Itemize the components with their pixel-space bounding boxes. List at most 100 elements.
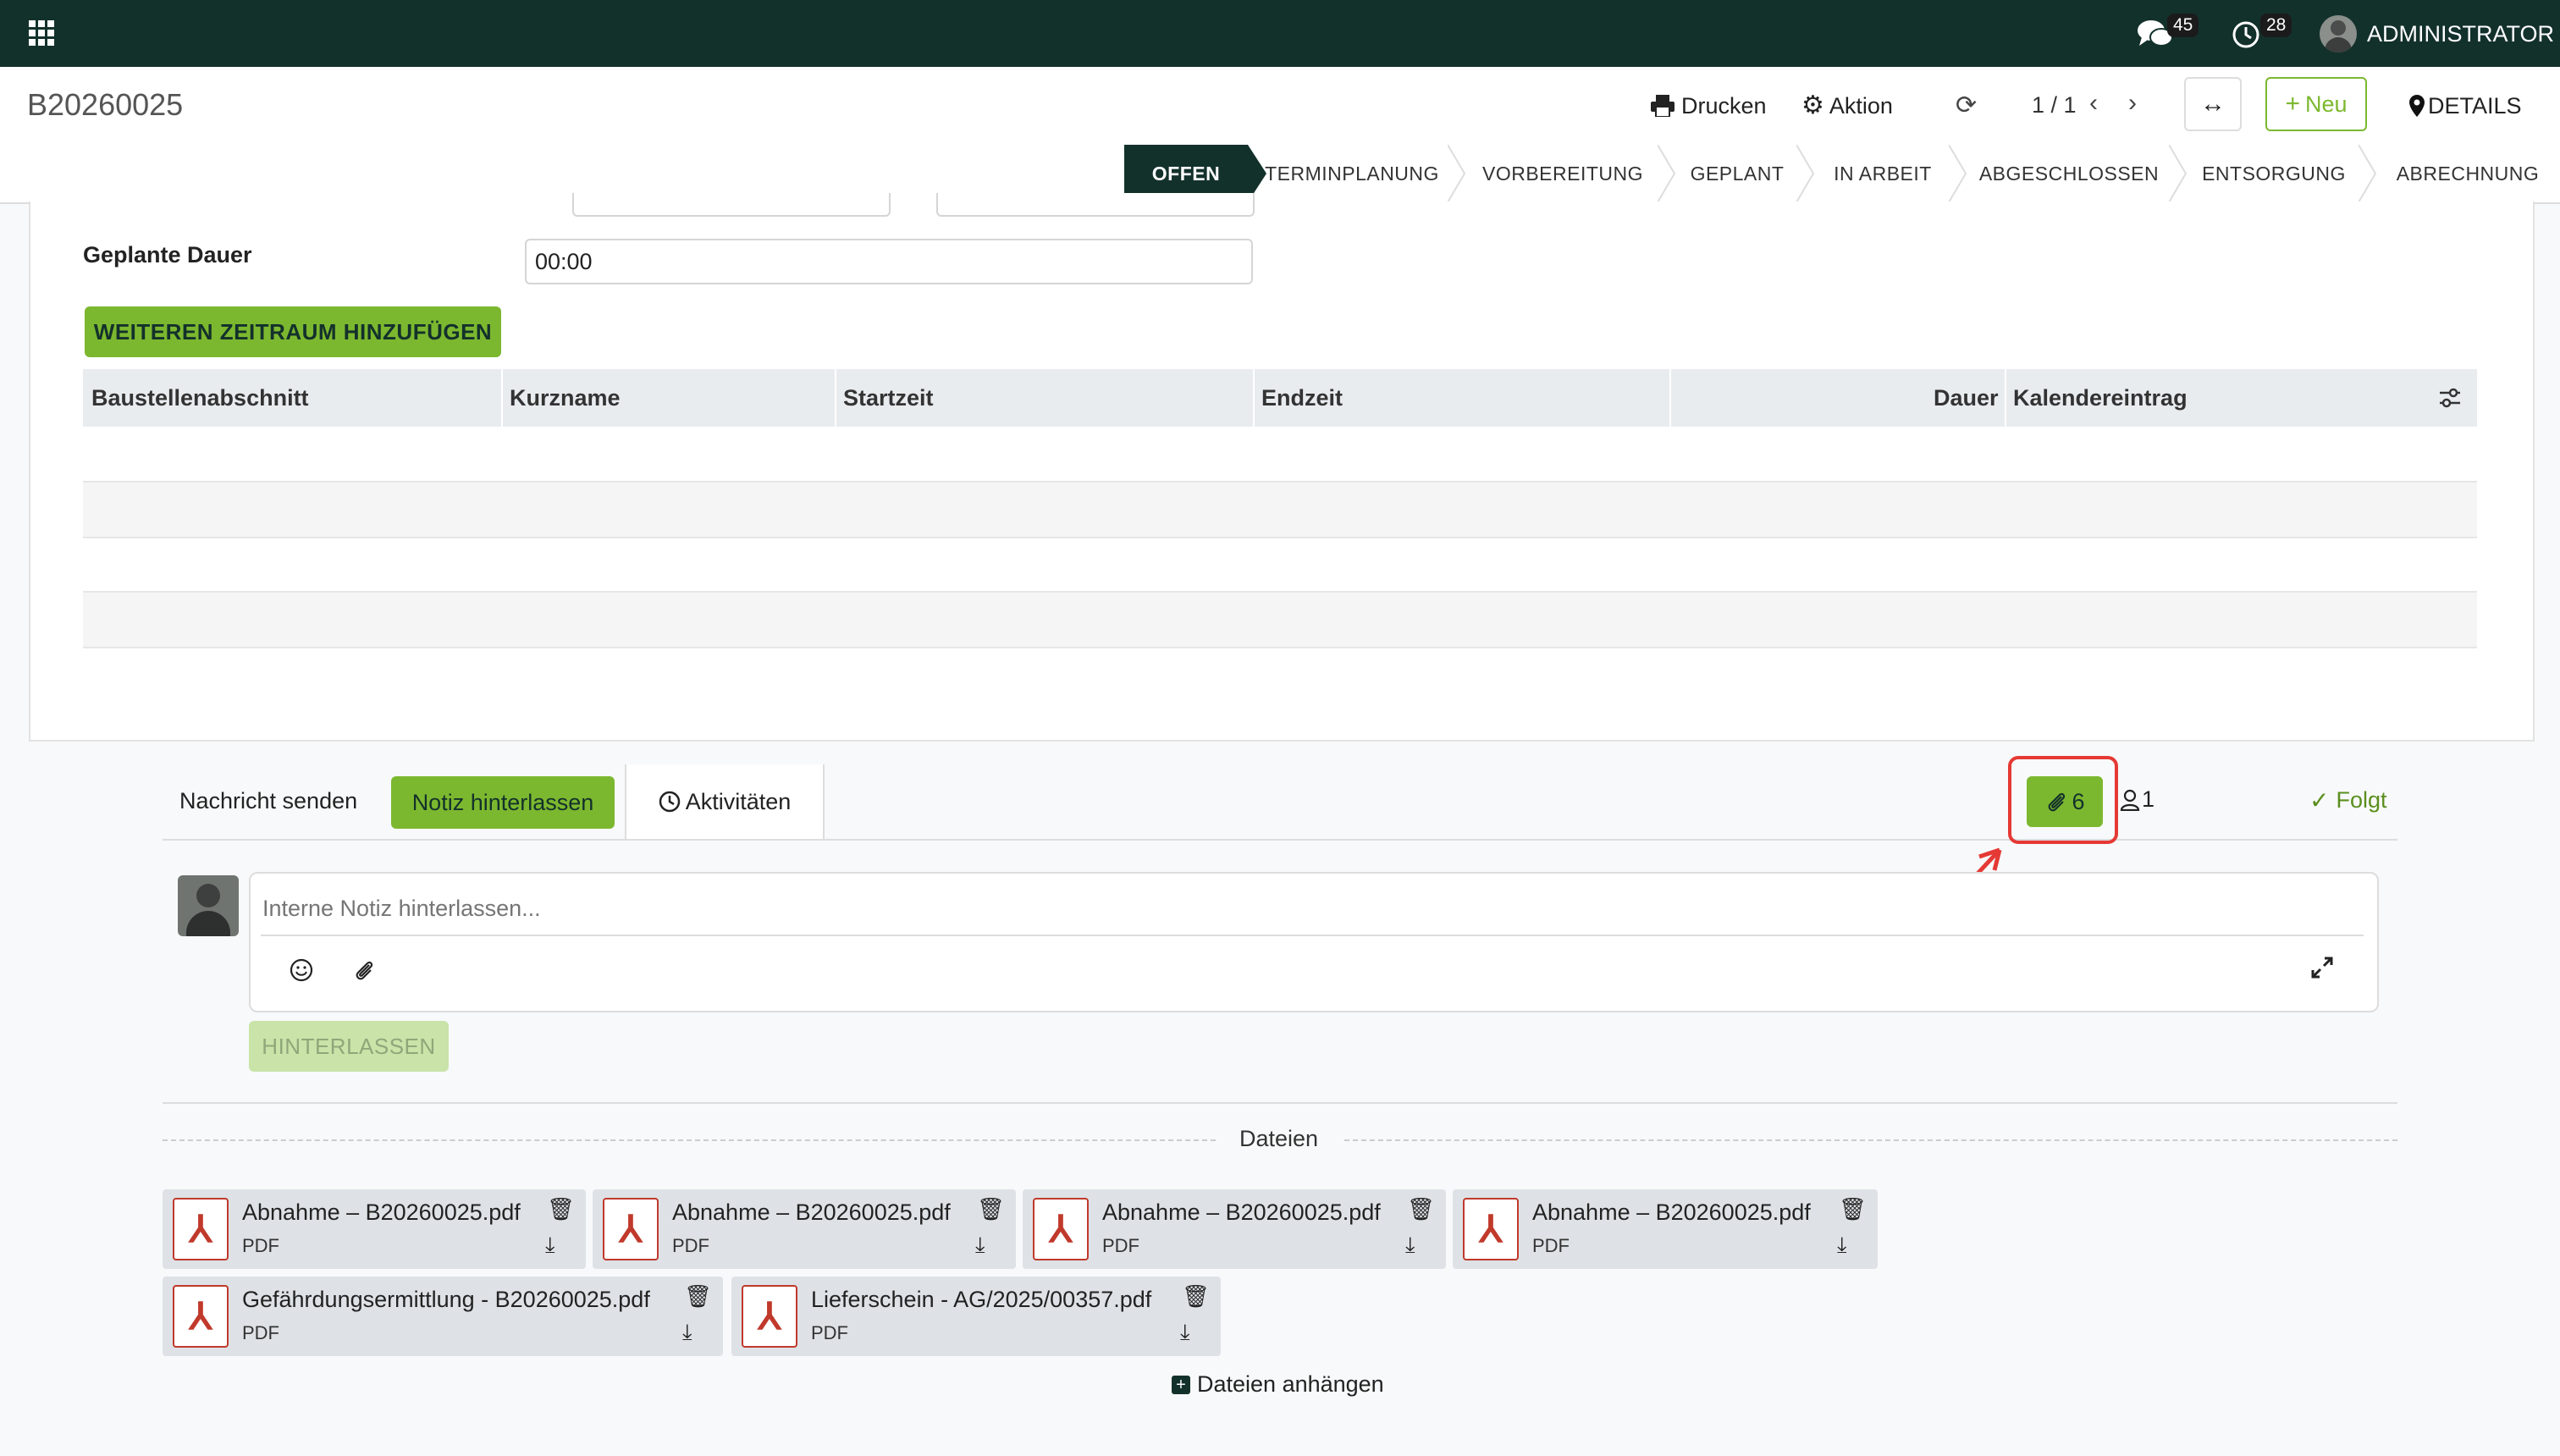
date-end-input[interactable] [936,193,1255,217]
stage-terminplanung[interactable]: TERMINPLANUNG [1256,145,1448,202]
attachment-name: Gefährdungsermittlung - B20260025.pdf [242,1287,650,1312]
attachment-card[interactable]: ⅄ Abnahme – B20260025.pdf PDF 🗑 ⤓ [1453,1189,1878,1269]
follow-button[interactable]: ✓ Folgt [2309,786,2387,814]
note-input[interactable] [261,882,2364,936]
attachment-name: Abnahme – B20260025.pdf [1532,1200,1811,1225]
activities-tab[interactable]: Aktivitäten [625,764,825,839]
attachment-type: PDF [242,1322,279,1343]
messages-button[interactable]: 45 [2137,14,2204,56]
stage-entsorgung[interactable]: ENTSORGUNG [2189,145,2359,202]
trash-icon[interactable]: 🗑 [1182,1283,1210,1310]
stage-label: GEPLANT [1690,162,1785,185]
attachment-card[interactable]: ⅄ Abnahme – B20260025.pdf PDF 🗑 ⤓ [163,1189,586,1269]
activities-button[interactable]: 28 [2232,14,2299,56]
send-message-button[interactable]: Nachricht senden [179,788,357,814]
trash-icon[interactable]: 🗑 [1839,1196,1867,1222]
col-baustellenabschnitt[interactable]: Baustellenabschnitt [91,369,309,427]
trash-icon[interactable]: 🗑 [1407,1196,1435,1222]
submit-note-button[interactable]: HINTERLASSEN [249,1021,449,1072]
toggle-width-button[interactable]: ↔ [2184,77,2242,131]
attachment-name: Lieferschein - AG/2025/00357.pdf [811,1287,1152,1312]
chatter-topbar: Nachricht senden Notiz hinterlassen Akti… [163,756,2397,844]
pager-previous-icon[interactable]: ‹ [2089,89,2098,118]
new-record-button[interactable]: + Neu [2265,77,2367,131]
top-navbar: 45 28 ADMINISTRATOR [0,0,2560,67]
details-button[interactable]: DETAILS [2409,89,2522,123]
user-name: ADMINISTRATOR [2367,21,2555,47]
log-note-label: Notiz hinterlassen [411,789,594,815]
stage-label: IN ARBEIT [1834,162,1932,185]
trash-icon[interactable]: 🗑 [977,1196,1005,1222]
action-button[interactable]: ⚙ Aktion [1801,89,1893,123]
pager-value[interactable]: 1 / 1 [2032,92,2077,119]
col-endzeit[interactable]: Endzeit [1261,369,1343,427]
trash-icon[interactable]: 🗑 [547,1196,575,1222]
stage-abgeschlossen[interactable]: ABGESCHLOSSEN [1969,145,2169,202]
log-note-button[interactable]: Notiz hinterlassen [391,776,615,829]
pdf-file-icon: ⅄ [742,1285,797,1348]
download-icon[interactable]: ⤓ [1837,1232,1847,1259]
apps-menu-icon[interactable] [29,20,54,46]
print-button[interactable]: Drucken [1651,89,1767,123]
col-startzeit[interactable]: Startzeit [843,369,934,427]
date-start-input[interactable] [572,193,891,217]
files-title: Dateien [1239,1126,1319,1151]
stage-label: VORBEREITUNG [1481,162,1644,185]
stage-vorbereitung[interactable]: VORBEREITUNG [1468,145,1658,202]
trash-icon[interactable]: 🗑 [684,1283,712,1310]
stage-separator [2359,145,2377,202]
pdf-file-icon: ⅄ [1463,1198,1519,1260]
printer-icon [1651,95,1674,117]
user-menu[interactable]: ADMINISTRATOR [2320,14,2554,54]
duration-value: 00:00 [535,249,593,274]
download-icon[interactable]: ⤓ [1180,1319,1190,1346]
stage-abrechnung[interactable]: ABRECHNUNG [2379,145,2557,202]
attachment-card[interactable]: ⅄ Lieferschein - AG/2025/00357.pdf PDF 🗑… [731,1277,1221,1356]
emoji-icon[interactable] [290,958,313,988]
paperclip-icon [2049,792,2066,812]
periods-table-header: Baustellenabschnitt Kurzname Startzeit E… [83,369,2477,427]
col-kurzname[interactable]: Kurzname [510,369,621,427]
stage-label: OFFEN [1151,162,1221,185]
activities-label: Aktivitäten [685,788,792,814]
add-period-button[interactable]: WEITEREN ZEITRAUM HINZUFÜGEN [85,306,501,357]
attachment-type: PDF [1532,1235,1570,1256]
current-user-avatar [178,875,239,936]
download-icon[interactable]: ⤓ [545,1232,555,1259]
download-icon[interactable]: ⤓ [975,1232,985,1259]
attachment-type: PDF [672,1235,709,1256]
duration-input[interactable]: 00:00 [525,239,1253,284]
attachment-card[interactable]: ⅄ Gefährdungsermittlung - B20260025.pdf … [163,1277,723,1356]
attachment-card[interactable]: ⅄ Abnahme – B20260025.pdf PDF 🗑 ⤓ [593,1189,1016,1269]
pdf-file-icon: ⅄ [603,1198,659,1260]
user-icon [2120,789,2140,811]
details-label: DETAILS [2428,92,2522,119]
attachment-name: Abnahme – B20260025.pdf [242,1200,521,1225]
pdf-file-icon: ⅄ [173,1285,229,1348]
reload-icon[interactable]: ⟳ [1956,91,1977,120]
col-dauer[interactable]: Dauer [1934,369,1999,427]
optional-columns-icon[interactable] [2436,384,2463,411]
followers-button[interactable]: 1 [2120,786,2154,813]
status-bar: OFFEN TERMINPLANUNG VORBEREITUNG GEPLANT… [0,145,2560,204]
attachments-count-button[interactable]: 6 [2027,776,2103,827]
stage-label: ABGESCHLOSSEN [1978,162,2160,185]
divider [163,1102,2397,1104]
stage-in-arbeit[interactable]: IN ARBEIT [1817,145,1949,202]
attachment-card[interactable]: ⅄ Abnahme – B20260025.pdf PDF 🗑 ⤓ [1023,1189,1446,1269]
pager-next-icon[interactable]: › [2128,89,2137,118]
attachment-type: PDF [1102,1235,1139,1256]
download-icon[interactable]: ⤓ [682,1319,692,1346]
attachment-type: PDF [242,1235,279,1256]
follower-count: 1 [2142,786,2155,812]
stage-geplant[interactable]: GEPLANT [1678,145,1796,202]
print-label: Drucken [1681,92,1767,119]
paperclip-icon[interactable] [352,958,376,988]
col-kalendereintrag[interactable]: Kalendereintrag [2013,369,2188,427]
expand-composer-icon[interactable] [2309,955,2335,986]
attach-files-button[interactable]: + Dateien anhängen [1172,1371,1384,1398]
new-label: Neu [2305,91,2348,117]
download-icon[interactable]: ⤓ [1405,1232,1415,1259]
note-composer [249,872,2379,1012]
action-label: Aktion [1829,92,1893,119]
